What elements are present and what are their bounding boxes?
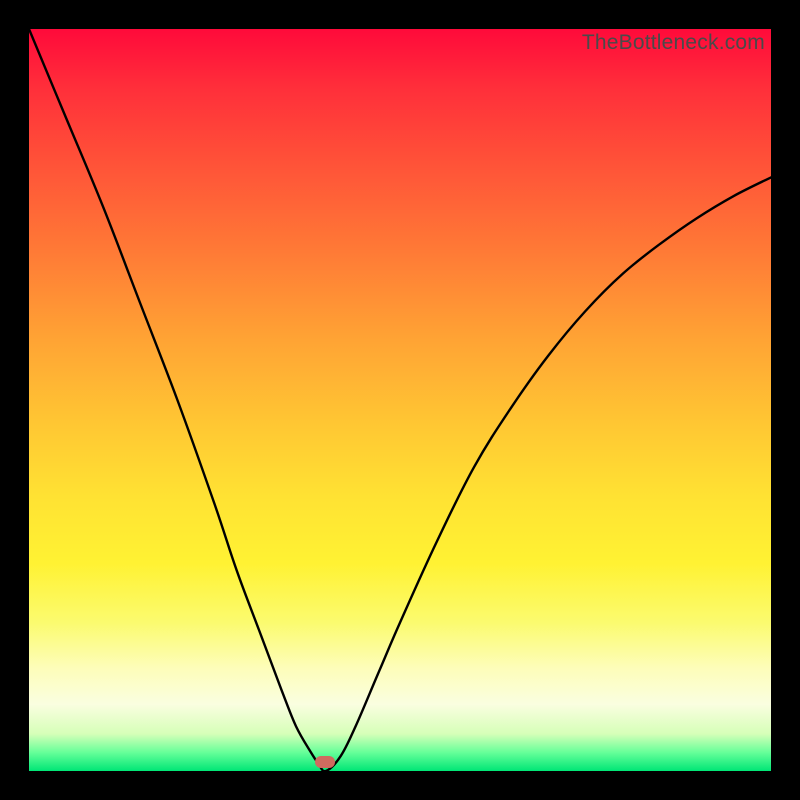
watermark-text: TheBottleneck.com — [582, 31, 765, 55]
optimal-marker — [315, 756, 335, 768]
bottleneck-curve — [29, 29, 771, 771]
chart-frame: TheBottleneck.com — [0, 0, 800, 800]
curve-path — [29, 29, 771, 771]
plot-area: TheBottleneck.com — [29, 29, 771, 771]
